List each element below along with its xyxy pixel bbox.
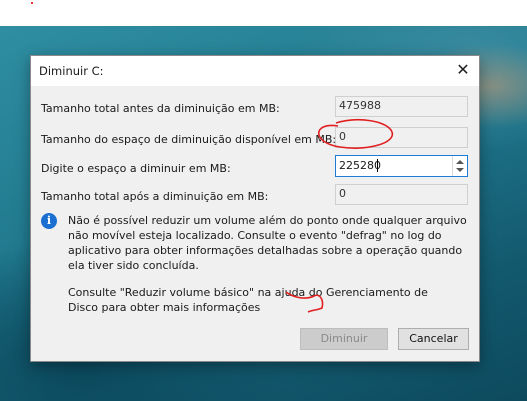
information-icon: i — [41, 213, 57, 229]
help-message: Consulte "Reduzir volume básico" na ajud… — [68, 286, 428, 314]
title-bar: Diminuir C: ✕ — [31, 56, 479, 86]
available-shrink-space-label: Tamanho do espaço de diminuição disponív… — [41, 133, 337, 146]
spin-up-icon[interactable] — [456, 160, 464, 164]
total-size-after-label: Tamanho total após a diminuição em MB: — [41, 190, 269, 203]
red-mark — [31, 2, 33, 4]
shrink-button[interactable]: Diminuir — [300, 328, 388, 350]
close-icon[interactable]: ✕ — [447, 56, 479, 86]
dialog-title: Diminuir C: — [39, 64, 104, 78]
info-message: Não é possível reduzir um volume além do… — [68, 214, 467, 272]
spin-buttons[interactable] — [452, 156, 467, 176]
total-size-after-field: 0 — [335, 184, 468, 205]
shrink-amount-stepper[interactable]: 225280 — [335, 155, 468, 177]
total-size-before-field: 475988 — [335, 96, 468, 117]
shrink-volume-dialog: Diminuir C: ✕ Tamanho total antes da dim… — [30, 55, 480, 362]
shrink-amount-input[interactable]: 225280 — [339, 159, 381, 172]
cancel-button[interactable]: Cancelar — [398, 328, 469, 350]
available-shrink-space-field: 0 — [335, 127, 468, 148]
text-caret — [377, 159, 378, 172]
spin-down-icon[interactable] — [456, 168, 464, 172]
total-size-before-label: Tamanho total antes da diminuição em MB: — [41, 102, 280, 115]
shrink-amount-label: Digite o espaço a diminuir em MB: — [41, 162, 231, 175]
